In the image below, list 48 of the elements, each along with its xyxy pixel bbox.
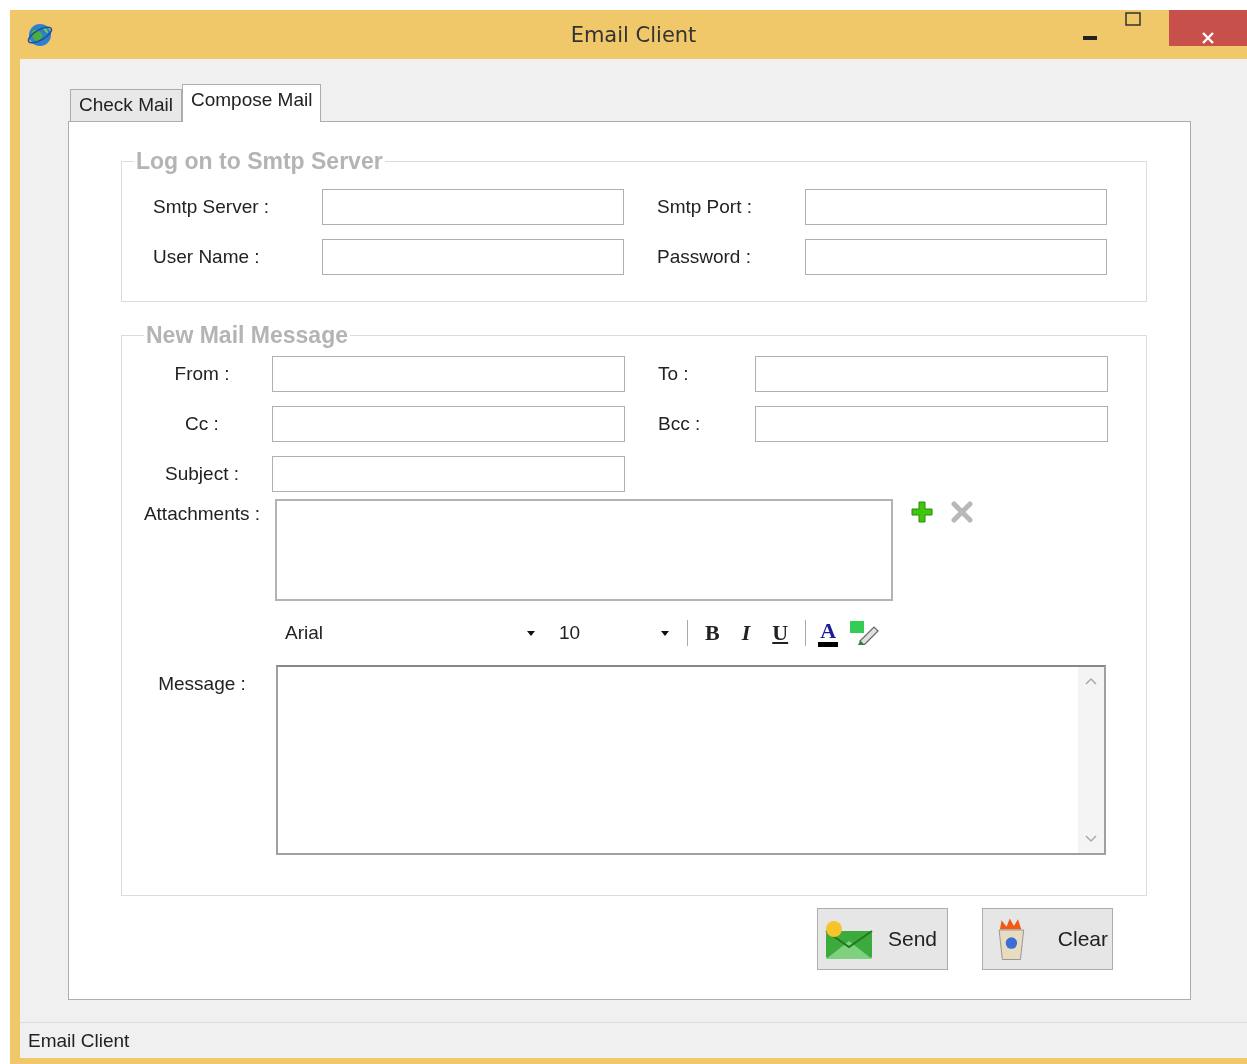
globe-icon <box>26 21 54 48</box>
field-label: Cc : <box>184 413 220 435</box>
input-field[interactable] <box>755 406 1108 442</box>
tab[interactable]: Check Mail <box>70 89 182 121</box>
input-field[interactable] <box>805 189 1107 225</box>
field-label: Smtp Port : <box>656 196 754 218</box>
format-button[interactable]: I <box>736 620 756 646</box>
field-label: Subject : <box>164 463 240 485</box>
close-button[interactable] <box>1169 10 1247 46</box>
status-text: Email Client <box>28 1029 130 1052</box>
remove-icon[interactable] <box>951 501 973 523</box>
input-field[interactable] <box>755 356 1108 392</box>
input-field[interactable] <box>805 239 1107 275</box>
highlight-pen-icon[interactable] <box>850 621 881 645</box>
field-label: From : <box>173 363 231 385</box>
scroll-up-icon[interactable] <box>1085 677 1097 685</box>
message-box[interactable] <box>276 665 1106 855</box>
format-button[interactable]: U <box>767 620 794 646</box>
clear-button[interactable]: Clear <box>982 908 1113 970</box>
attachments-list[interactable] <box>275 499 893 601</box>
field-label: Smtp Server : <box>153 196 271 218</box>
field-label: Message : <box>157 672 247 695</box>
send-button[interactable]: Send <box>817 908 948 970</box>
input-field[interactable] <box>322 189 624 225</box>
add-icon[interactable] <box>911 501 933 523</box>
scrollbar[interactable] <box>1078 667 1104 853</box>
close-icon <box>1201 31 1215 45</box>
input-field[interactable] <box>272 456 625 492</box>
window-title: Email Client <box>570 22 697 47</box>
tab[interactable]: Compose Mail <box>182 84 322 122</box>
field-label: User Name : <box>153 246 261 268</box>
size-dropdown[interactable]: 10 <box>553 617 675 649</box>
dropdown-arrow-icon <box>527 630 535 636</box>
maximize-icon[interactable] <box>1125 12 1141 26</box>
input-field[interactable] <box>272 356 625 392</box>
font-color-button[interactable]: A <box>818 619 839 647</box>
field-label: Attachments : <box>142 502 262 525</box>
input-field[interactable] <box>272 406 625 442</box>
field-label: To : <box>657 363 690 385</box>
dropdown-arrow-icon <box>661 630 669 636</box>
field-label: Password : <box>656 246 752 268</box>
scroll-down-icon[interactable] <box>1085 835 1097 843</box>
field-label: Bcc : <box>657 413 702 435</box>
group-title: Log on to Smtp Server <box>135 148 384 175</box>
group-title: New Mail Message <box>145 322 349 349</box>
input-field[interactable] <box>322 239 624 275</box>
format-button[interactable]: B <box>700 620 725 646</box>
font-dropdown[interactable]: Arial <box>279 617 541 649</box>
